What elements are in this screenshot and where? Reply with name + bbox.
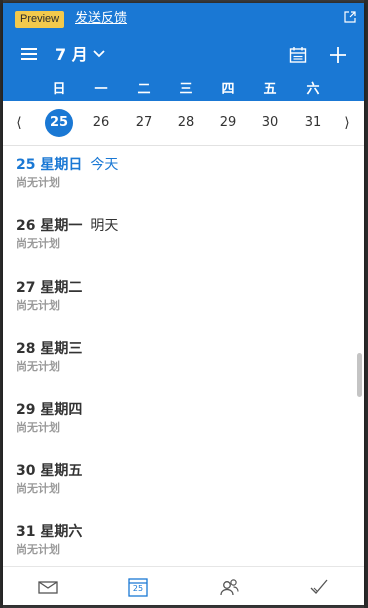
background-window-right xyxy=(364,0,368,608)
agenda-relative-label: 今天 xyxy=(90,157,119,173)
agenda-day-29[interactable]: 29 星期四 尚无计划 xyxy=(16,401,82,435)
agenda-date-heading: 31 星期六 xyxy=(16,523,82,541)
weekday-wed: 三 xyxy=(179,82,193,97)
agenda-status: 尚无计划 xyxy=(16,237,60,250)
day-26[interactable]: 26 xyxy=(87,109,115,137)
agenda-status: 尚无计划 xyxy=(16,421,60,434)
people-icon[interactable] xyxy=(218,577,240,597)
weekday-mon: 一 xyxy=(94,82,108,97)
agenda-date-heading: 26 星期一 明天 xyxy=(16,217,118,235)
weekday-fri: 五 xyxy=(263,82,277,97)
week-strip: ⟨ 25 26 27 28 29 30 31 ⟩ xyxy=(3,101,364,146)
popout-icon[interactable] xyxy=(344,11,356,23)
weekday-sat: 六 xyxy=(306,82,320,97)
day-31[interactable]: 31 xyxy=(299,109,327,137)
day-29[interactable]: 29 xyxy=(214,109,242,137)
agenda-date: 25 星期日 xyxy=(16,157,83,173)
agenda-status: 尚无计划 xyxy=(16,360,60,373)
month-selector[interactable]: 7 月 xyxy=(55,43,88,67)
next-week-button[interactable]: ⟩ xyxy=(340,113,354,133)
calendar-icon[interactable]: 25 xyxy=(127,577,149,597)
plus-icon[interactable] xyxy=(328,45,348,65)
calendar-flyout-window: Preview 发送反馈 7 月 日 一 二 三 四 五 六 ⟨ 25 26 2… xyxy=(3,3,364,605)
agenda-day-31[interactable]: 31 星期六 尚无计划 xyxy=(16,523,82,557)
day-27[interactable]: 27 xyxy=(130,109,158,137)
chevron-down-icon[interactable] xyxy=(93,49,105,59)
agenda-status: 尚无计划 xyxy=(16,176,60,189)
agenda-day-25[interactable]: 25 星期日 今天 尚无计划 xyxy=(16,156,118,190)
agenda-relative-label: 明天 xyxy=(90,218,119,234)
bottom-navigation: 25 xyxy=(3,566,364,605)
agenda-date-heading: 27 星期二 xyxy=(16,279,82,297)
agenda-list: 25 星期日 今天 尚无计划 26 星期一 明天 尚无计划 27 星期二 尚无计划 … xyxy=(3,146,364,566)
agenda-status: 尚无计划 xyxy=(16,543,60,556)
day-28[interactable]: 28 xyxy=(172,109,200,137)
weekday-tue: 二 xyxy=(137,82,151,97)
agenda-day-30[interactable]: 30 星期五 尚无计划 xyxy=(16,462,82,496)
hamburger-menu-icon[interactable] xyxy=(21,48,39,62)
mail-icon[interactable] xyxy=(37,577,59,597)
agenda-date: 28 星期三 xyxy=(16,341,83,357)
agenda-date-heading: 29 星期四 xyxy=(16,401,82,419)
agenda-day-27[interactable]: 27 星期二 尚无计划 xyxy=(16,279,82,313)
agenda-date: 31 星期六 xyxy=(16,524,83,540)
feedback-link[interactable]: 发送反馈 xyxy=(75,10,127,28)
agenda-date-heading: 30 星期五 xyxy=(16,462,82,480)
weekday-sun: 日 xyxy=(52,82,66,97)
prev-week-button[interactable]: ⟨ xyxy=(12,113,26,133)
day-30[interactable]: 30 xyxy=(256,109,284,137)
todo-check-icon[interactable] xyxy=(308,577,330,597)
preview-badge: Preview xyxy=(15,11,65,28)
scrollbar-thumb[interactable] xyxy=(357,353,362,397)
weekday-thu: 四 xyxy=(221,82,235,97)
agenda-status: 尚无计划 xyxy=(16,482,60,495)
agenda-date: 27 星期二 xyxy=(16,280,83,296)
agenda-date: 29 星期四 xyxy=(16,402,83,418)
day-25-selected[interactable]: 25 xyxy=(45,109,73,137)
agenda-date: 26 星期一 xyxy=(16,218,83,234)
agenda-date-heading: 25 星期日 今天 xyxy=(16,156,118,174)
calendar-icon-day: 25 xyxy=(132,584,144,593)
agenda-date-heading: 28 星期三 xyxy=(16,340,82,358)
agenda-day-28[interactable]: 28 星期三 尚无计划 xyxy=(16,340,82,374)
agenda-status: 尚无计划 xyxy=(16,299,60,312)
agenda-date: 30 星期五 xyxy=(16,463,83,479)
header-bar: Preview 发送反馈 7 月 日 一 二 三 四 五 六 xyxy=(3,3,364,101)
calendar-icon[interactable] xyxy=(289,46,307,64)
agenda-day-26[interactable]: 26 星期一 明天 尚无计划 xyxy=(16,217,118,251)
